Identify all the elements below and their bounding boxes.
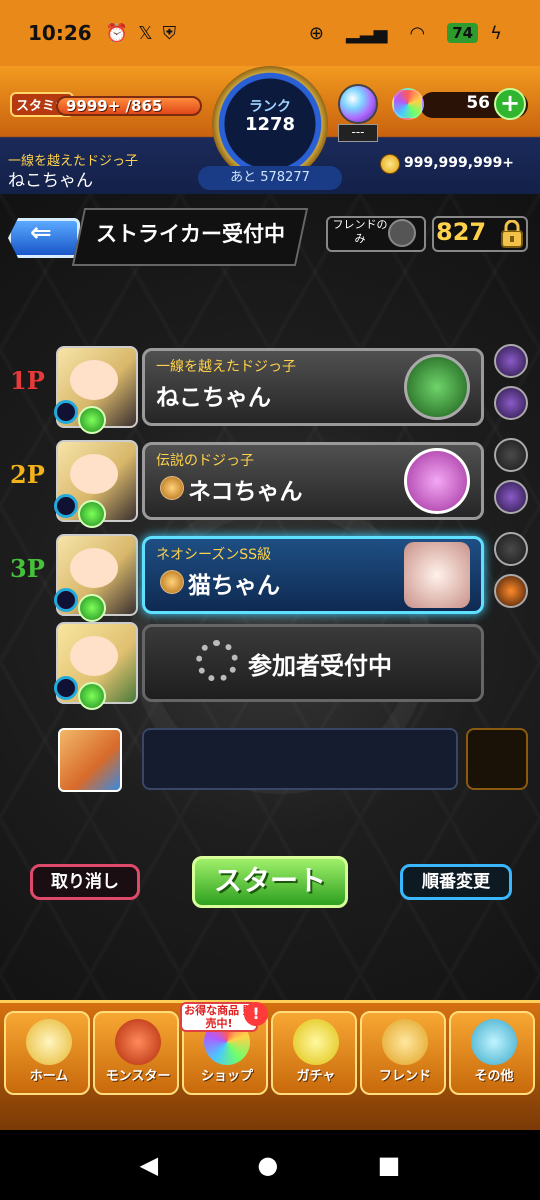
item-slot-icon[interactable] xyxy=(494,574,528,608)
avatar-face xyxy=(70,548,118,588)
avatar-face xyxy=(70,454,118,494)
player-number: 1P xyxy=(10,366,45,395)
character-portrait xyxy=(404,542,470,608)
player-card-name: 猫ちゃん xyxy=(188,573,280,599)
player-row-4: 参加者受付中 xyxy=(0,618,540,710)
toggle-icon[interactable] xyxy=(388,219,416,247)
main-area: ⇐ ストライカー受付中 フレンドのみ 827 1P 一線を越えたドジっ子 ねこち… xyxy=(0,194,540,1000)
game-header: スタミナ 9999+ /865 ランク 1278 あと 578277 --- 5… xyxy=(0,66,540,194)
rank-next-exp: あと 578277 xyxy=(198,166,342,190)
charging-icon: ϟ xyxy=(490,22,502,44)
orb-icon xyxy=(392,88,424,120)
item-slot-icon[interactable] xyxy=(494,344,528,378)
recents-square-icon[interactable]: ■ xyxy=(378,1151,401,1179)
player-card-name: ねこちゃん xyxy=(156,385,271,411)
item-slot-icon[interactable] xyxy=(494,386,528,420)
waiting-text: 参加者受付中 xyxy=(248,652,392,680)
back-triangle-icon[interactable]: ◀ xyxy=(140,1151,158,1179)
player-card-title: 一線を越えたドジっ子 xyxy=(156,359,296,375)
monster-icon xyxy=(115,1019,161,1065)
nav-label: モンスター xyxy=(105,1069,171,1084)
cancel-button[interactable]: 取り消し xyxy=(30,864,140,900)
alert-icon: ! xyxy=(244,1002,268,1026)
helper-avatar[interactable] xyxy=(58,728,122,792)
nav-label: ガチャ xyxy=(296,1069,336,1084)
nav-friend[interactable]: フレンド xyxy=(360,1011,446,1095)
player-row-3[interactable]: 3P ネオシーズンSS級 猫ちゃん xyxy=(0,530,540,622)
nav-label: フレンド xyxy=(378,1069,431,1084)
wifi-icon: ◠ xyxy=(409,22,426,44)
home-circle-icon[interactable]: ● xyxy=(257,1151,278,1179)
nav-gacha[interactable]: ガチャ xyxy=(271,1011,357,1095)
helper-empty-slot xyxy=(142,728,458,790)
sync-icon: ⊕ xyxy=(308,22,324,44)
orb-gauge-value: --- xyxy=(338,124,378,142)
wood-badge-icon xyxy=(78,682,106,710)
lock-icon[interactable] xyxy=(500,220,524,248)
nav-label: ホーム xyxy=(29,1069,69,1084)
item-slot-icon[interactable] xyxy=(494,438,528,472)
other-icon xyxy=(471,1019,517,1065)
wood-badge-icon xyxy=(78,500,106,528)
item-slot-icon[interactable] xyxy=(494,480,528,514)
loading-spinner-icon xyxy=(196,640,238,682)
add-orb-button[interactable]: + xyxy=(494,88,526,120)
stamina-value: 9999+ /865 xyxy=(66,97,163,115)
bottom-nav: ホーム モンスター ショップ ガチャ フレンド その他 xyxy=(0,1000,540,1130)
shield-icon: ⛨ xyxy=(162,22,177,44)
page-title: ストライカー受付中 xyxy=(96,222,285,246)
element-ring-icon xyxy=(54,400,78,424)
friend-icon xyxy=(382,1019,428,1065)
player-row-2[interactable]: 2P 伝説のドジっ子 ネコちゃん xyxy=(0,436,540,528)
clock: 10:26 xyxy=(28,21,92,45)
orb-count: 56 xyxy=(466,93,490,113)
element-ring-icon xyxy=(54,588,78,612)
gold-count: 999,999,999+ xyxy=(404,155,515,171)
status-bar: 10:26 ⏰ 𝕏 ⛨ ⊕ ▂▃▅ ◠ 74 ϟ xyxy=(0,0,540,66)
nav-home[interactable]: ホーム xyxy=(4,1011,90,1095)
item-slot-icon[interactable] xyxy=(494,532,528,566)
nav-monster[interactable]: モンスター xyxy=(93,1011,179,1095)
player-card-title: ネオシーズンSS級 xyxy=(156,547,272,563)
home-icon xyxy=(26,1019,72,1065)
pet-icon xyxy=(160,570,184,594)
nav-label: その他 xyxy=(474,1069,514,1084)
rank-label: ランク xyxy=(249,99,291,115)
avatar-face xyxy=(70,360,118,400)
rank-value: 1278 xyxy=(244,114,296,135)
player-row-1[interactable]: 1P 一線を越えたドジっ子 ねこちゃん xyxy=(0,342,540,434)
wood-badge-icon xyxy=(78,406,106,434)
system-nav-bar: ◀ ● ■ xyxy=(0,1130,540,1200)
nav-other[interactable]: その他 xyxy=(449,1011,535,1095)
player-number: 2P xyxy=(10,460,45,489)
player-name: ねこちゃん xyxy=(8,171,93,191)
signal-icon: ▂▃▅ xyxy=(346,22,388,44)
battery-indicator: 74 xyxy=(447,23,479,43)
flower-emblem-icon xyxy=(404,448,470,514)
back-arrow-icon: ⇐ xyxy=(30,218,52,248)
player-card-title: 伝説のドジっ子 xyxy=(156,453,254,469)
friend-only-label: フレンドのみ xyxy=(332,218,388,245)
helper-item-slot[interactable] xyxy=(466,728,528,790)
start-button[interactable]: スタート xyxy=(192,856,348,908)
element-ring-icon xyxy=(54,494,78,518)
avatar-face xyxy=(70,636,118,676)
player-card-name: ネコちゃん xyxy=(188,479,303,505)
nav-label: ショップ xyxy=(200,1069,253,1084)
monster-portrait xyxy=(404,354,470,420)
player-number: 3P xyxy=(10,554,45,583)
room-code: 827 xyxy=(436,218,487,246)
change-order-button[interactable]: 順番変更 xyxy=(400,864,512,900)
element-ring-icon xyxy=(54,676,78,700)
gacha-icon xyxy=(293,1019,339,1065)
pet-icon xyxy=(160,476,184,500)
orb-gauge-icon[interactable] xyxy=(338,84,378,124)
gold-coin-icon xyxy=(380,154,400,174)
x-app-icon: 𝕏 xyxy=(138,22,153,44)
alarm-icon: ⏰ xyxy=(105,22,129,44)
